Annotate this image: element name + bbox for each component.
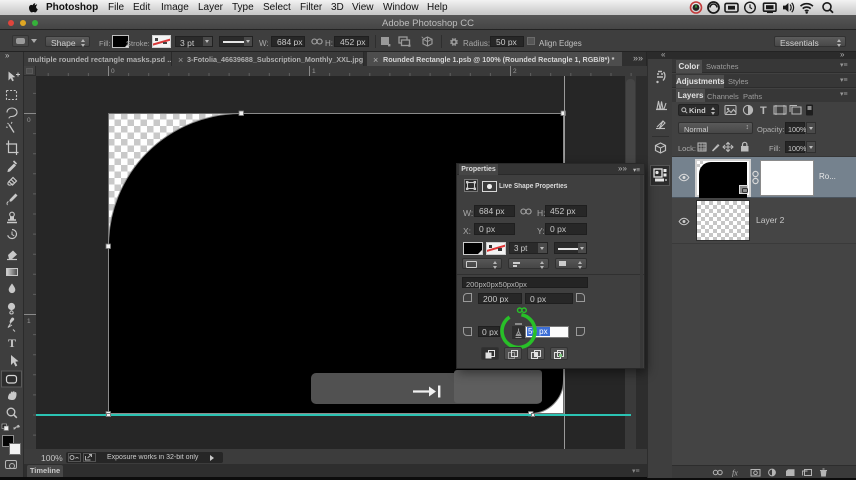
svg-text:1: 1: [27, 318, 31, 325]
svg-text:2: 2: [513, 68, 517, 75]
svg-text:T: T: [760, 105, 767, 116]
svg-text:0: 0: [111, 68, 115, 75]
svg-text:1: 1: [312, 68, 316, 75]
svg-text:0: 0: [27, 117, 31, 124]
svg-text:T: T: [8, 336, 16, 350]
svg-text:fx: fx: [732, 469, 738, 478]
